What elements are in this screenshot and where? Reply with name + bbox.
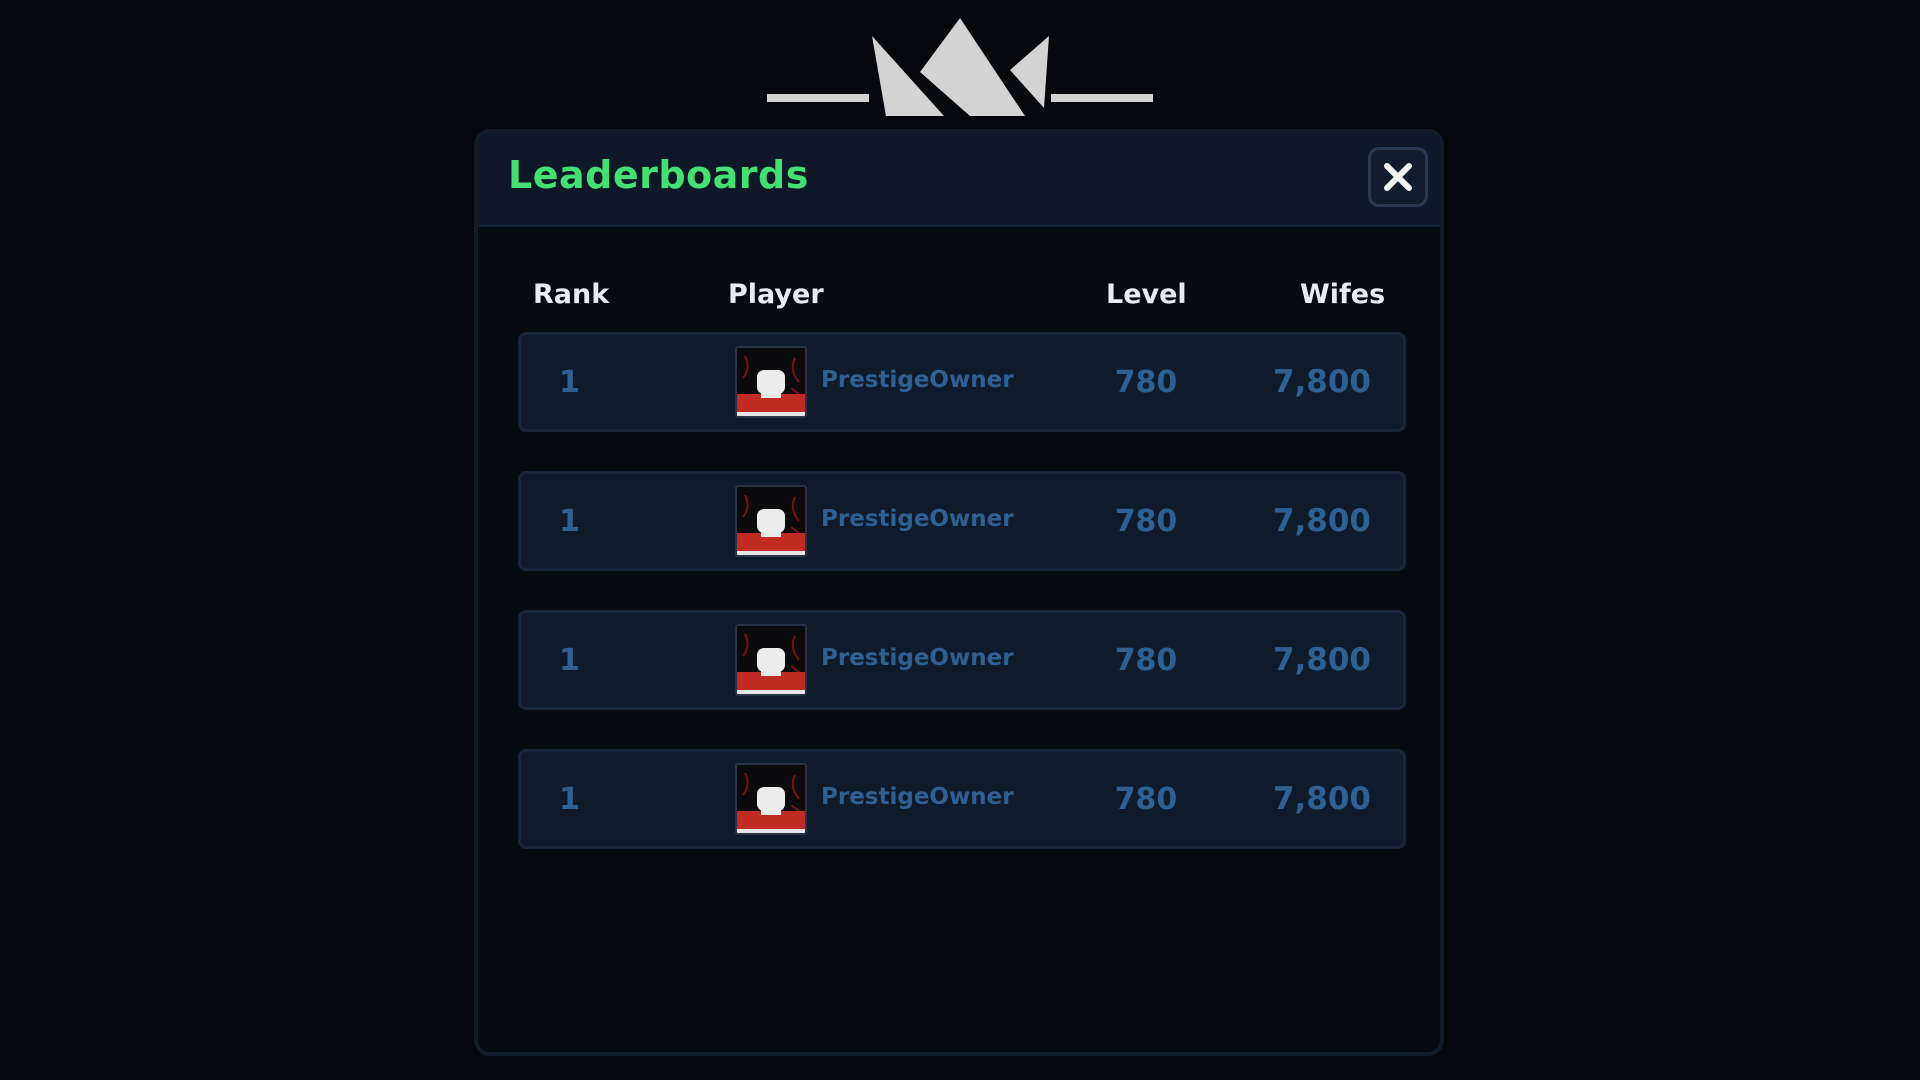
- close-x-icon: [1384, 163, 1412, 191]
- row-score: 7,800: [1272, 503, 1371, 539]
- player-avatar-icon: [735, 346, 807, 418]
- row-level: 780: [1114, 504, 1178, 539]
- row-player-name[interactable]: PrestigeOwner: [821, 645, 1014, 671]
- row-level: 780: [1114, 365, 1178, 400]
- player-avatar-icon: [735, 763, 807, 835]
- column-header-player: Player: [728, 279, 824, 310]
- row-score: 7,800: [1272, 781, 1371, 817]
- leaderboard-row: 1 PrestigeOwner 780 7,800: [518, 610, 1406, 710]
- row-rank: 1: [559, 643, 580, 678]
- close-button[interactable]: [1368, 147, 1428, 207]
- leaderboard-row: 1 PrestigeOwner 780 7,800: [518, 471, 1406, 571]
- column-header-rank: Rank: [533, 279, 610, 310]
- row-rank: 1: [559, 504, 580, 539]
- leaderboard-row: 1 PrestigeOwner 780 7,800: [518, 749, 1406, 849]
- player-avatar-icon: [735, 624, 807, 696]
- row-player-name[interactable]: PrestigeOwner: [821, 784, 1014, 810]
- row-level: 780: [1114, 643, 1178, 678]
- row-player-name[interactable]: PrestigeOwner: [821, 367, 1014, 393]
- row-level: 780: [1114, 782, 1178, 817]
- row-score: 7,800: [1272, 642, 1371, 678]
- column-header-score: Wifes: [1300, 279, 1386, 310]
- row-player-name[interactable]: PrestigeOwner: [821, 506, 1014, 532]
- row-rank: 1: [559, 782, 580, 817]
- crown-icon: [767, 18, 1153, 116]
- leaderboards-window: Leaderboards Rank Player Level Wifes 1 P…: [474, 129, 1444, 1056]
- player-avatar-icon: [735, 485, 807, 557]
- row-rank: 1: [559, 365, 580, 400]
- row-score: 7,800: [1272, 364, 1371, 400]
- window-header: Leaderboards: [478, 133, 1440, 227]
- column-header-level: Level: [1106, 279, 1187, 310]
- leaderboard-row: 1 PrestigeOwner 780 7,800: [518, 332, 1406, 432]
- window-title: Leaderboards: [508, 153, 809, 197]
